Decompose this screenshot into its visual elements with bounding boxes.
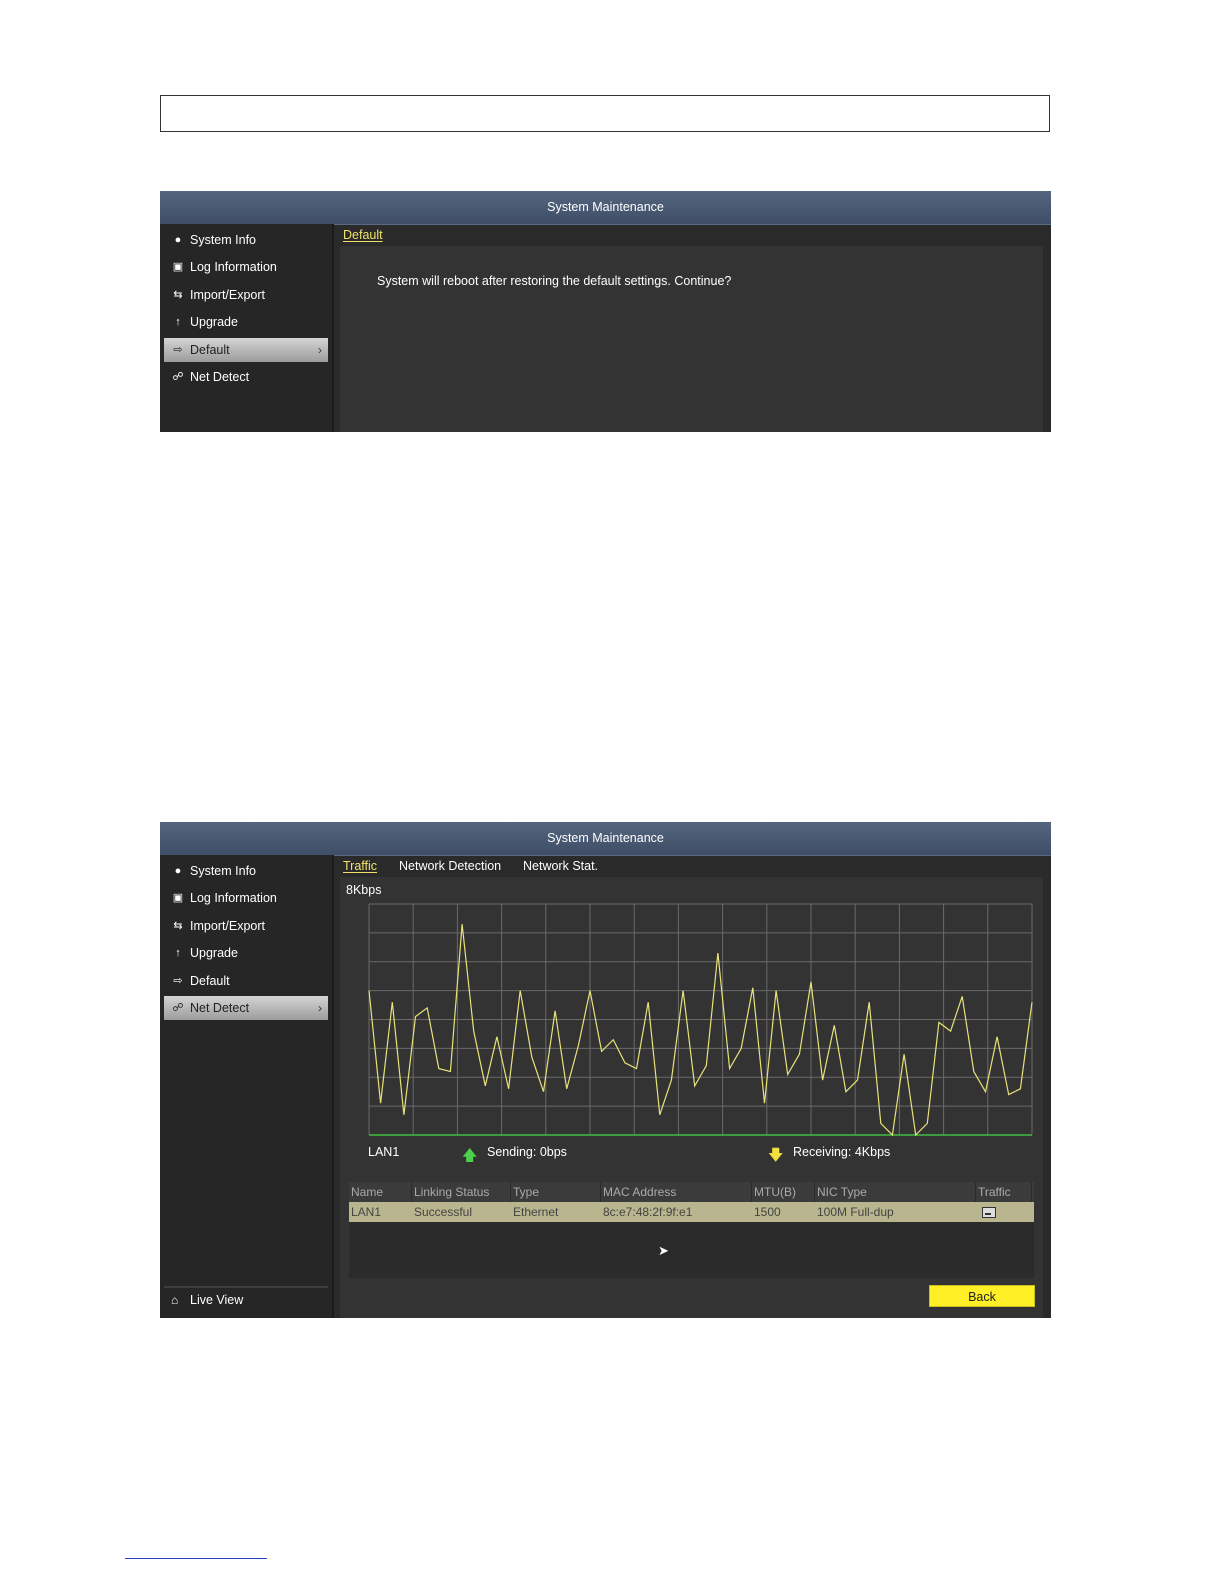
col-linking-status: Linking Status	[412, 1182, 511, 1202]
tab-bar: Default	[340, 224, 1043, 246]
sidebar: ● System Info ▣ Log Information ⇆ Import/Ex…	[160, 855, 334, 1318]
col-mtu: MTU(B)	[752, 1182, 815, 1202]
nic-table: Name Linking Status Type MAC Address MTU…	[349, 1182, 1034, 1278]
home-icon: ⌂	[171, 1293, 179, 1307]
receiving-rate: Receiving: 4Kbps	[793, 1145, 891, 1159]
col-name: Name	[349, 1182, 412, 1202]
sidebar-item-system-info[interactable]: ● System Info	[164, 859, 328, 883]
sidebar-item-log-information[interactable]: ▣ Log Information	[164, 886, 328, 910]
net-detect-icon: ☍	[172, 1002, 184, 1014]
log-icon: ▣	[172, 261, 184, 273]
panel-title: System Maintenance	[160, 191, 1051, 225]
tab-default[interactable]: Default	[343, 228, 383, 242]
cell-linking-status: Successful	[414, 1205, 473, 1219]
empty-frame-box	[160, 95, 1050, 132]
back-button[interactable]: Back	[929, 1285, 1035, 1307]
lan-label: LAN1	[368, 1145, 400, 1159]
sidebar-item-import-export[interactable]: ⇆ Import/Export	[164, 914, 328, 938]
cell-nic-type: 100M Full-dup	[817, 1205, 894, 1219]
arrow-down-icon: 🡇	[768, 1147, 784, 1164]
cell-mac-address: 8c:e7:48:2f:9f:e1	[603, 1205, 693, 1219]
arrow-up-icon: 🡅	[462, 1147, 478, 1164]
default-icon: ⇨	[173, 974, 183, 987]
sidebar-item-net-detect[interactable]: ☍ Net Detect	[164, 365, 328, 389]
sidebar: ● System Info ▣ Log Information ⇆ Import/Ex…	[160, 224, 334, 432]
table-header: Name Linking Status Type MAC Address MTU…	[349, 1182, 1034, 1202]
cell-traffic[interactable]	[976, 1202, 1032, 1222]
cell-mtu: 1500	[754, 1205, 781, 1219]
import-export-icon: ⇆	[173, 288, 183, 301]
upgrade-icon: ↑	[175, 316, 181, 328]
col-mac-address: MAC Address	[601, 1182, 752, 1202]
system-maintenance-default-panel: System Maintenance ● System Info ▣ Log Inf…	[160, 191, 1051, 432]
col-traffic: Traffic	[976, 1182, 1032, 1202]
tab-network-stat[interactable]: Network Stat.	[523, 859, 598, 873]
content-area: 8Kbps LAN1 🡅 Sending: 0bps 🡇 Receiving: …	[340, 877, 1043, 1318]
info-icon: ●	[174, 864, 182, 877]
cell-name: LAN1	[351, 1205, 382, 1219]
footnote-separator	[125, 1558, 267, 1559]
log-icon: ▣	[172, 892, 184, 904]
chevron-right-icon: ›	[318, 1001, 322, 1015]
sidebar-item-system-info[interactable]: ● System Info	[164, 228, 328, 252]
live-view-button[interactable]: ⌂ Live View	[164, 1286, 328, 1312]
chevron-right-icon: ›	[318, 342, 322, 357]
col-nic-type: NIC Type	[815, 1182, 976, 1202]
sidebar-item-default[interactable]: ⇨ Default	[164, 969, 328, 993]
reboot-message: System will reboot after restoring the d…	[377, 274, 732, 288]
system-maintenance-net-detect-panel: System Maintenance ● System Info ▣ Log Inf…	[160, 822, 1051, 1318]
traffic-graph-icon[interactable]	[982, 1207, 996, 1218]
sidebar-item-upgrade[interactable]: ↑ Upgrade	[164, 941, 328, 965]
sidebar-item-net-detect[interactable]: ☍ Net Detect ›	[164, 996, 328, 1020]
net-detect-icon: ☍	[172, 371, 184, 383]
tab-network-detection[interactable]: Network Detection	[399, 859, 501, 873]
content-area: System will reboot after restoring the d…	[340, 246, 1043, 432]
upgrade-icon: ↑	[175, 947, 181, 959]
traffic-graph: 8Kbps LAN1 🡅 Sending: 0bps 🡇 Receiving: …	[340, 877, 1043, 1164]
col-type: Type	[511, 1182, 601, 1202]
cell-type: Ethernet	[513, 1205, 559, 1219]
sidebar-item-default[interactable]: ⇨ Default ›	[164, 337, 328, 362]
tab-bar: Traffic Network Detection Network Stat.	[340, 855, 1043, 877]
table-row[interactable]: LAN1 Successful Ethernet 8c:e7:48:2f:9f:…	[349, 1202, 1034, 1222]
traffic-chart	[368, 903, 1033, 1137]
series-line-lan1	[368, 924, 1033, 1137]
import-export-icon: ⇆	[173, 919, 183, 932]
main-content: Default System will reboot after restori…	[340, 224, 1043, 432]
mouse-cursor-icon: ➤	[658, 1243, 669, 1258]
sending-rate: Sending: 0bps	[487, 1145, 567, 1159]
sidebar-item-log-information[interactable]: ▣ Log Information	[164, 255, 328, 279]
info-icon: ●	[174, 233, 182, 246]
main-content: Traffic Network Detection Network Stat. …	[340, 855, 1043, 1318]
default-icon: ⇨	[173, 343, 183, 356]
sidebar-item-import-export[interactable]: ⇆ Import/Export	[164, 283, 328, 307]
sidebar-item-upgrade[interactable]: ↑ Upgrade	[164, 310, 328, 334]
panel-title: System Maintenance	[160, 822, 1051, 856]
tab-traffic[interactable]: Traffic	[343, 859, 377, 873]
